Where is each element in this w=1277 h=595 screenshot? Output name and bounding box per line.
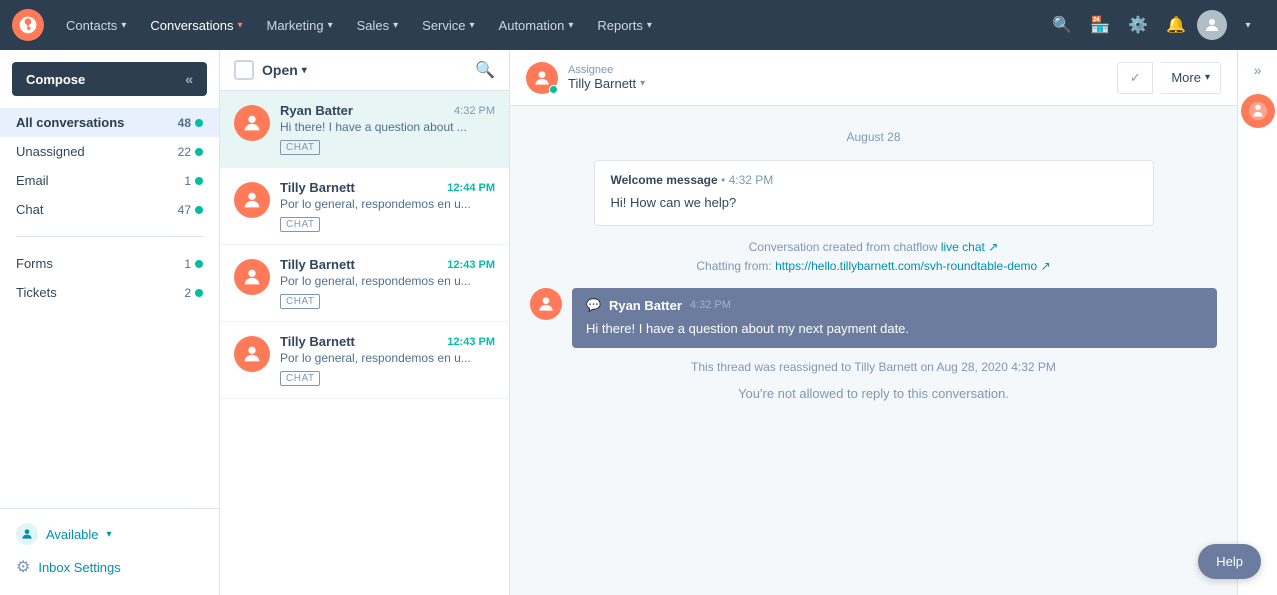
- live-chat-link[interactable]: live chat ↗: [941, 240, 998, 254]
- conv-content: Tilly Barnett 12:43 PM Por lo general, r…: [280, 334, 495, 386]
- reassign-system-message: This thread was reassigned to Tilly Barn…: [530, 360, 1217, 374]
- main-layout: Compose « All conversations 48 Unassigne…: [0, 50, 1277, 595]
- marketplace-icon-button[interactable]: 🏪: [1083, 8, 1117, 42]
- right-collapse-button[interactable]: »: [1254, 62, 1262, 78]
- online-status-dot: [549, 85, 558, 94]
- hubspot-logo[interactable]: [12, 9, 44, 41]
- unread-dot: [195, 260, 203, 268]
- top-navigation: Contacts ▾ Conversations ▾ Marketing ▾ S…: [0, 0, 1277, 50]
- chat-icon: 💬: [586, 298, 601, 312]
- sidebar-section-main: All conversations 48 Unassigned 22 Email…: [0, 104, 219, 228]
- sidebar: Compose « All conversations 48 Unassigne…: [0, 50, 220, 595]
- help-button[interactable]: Help: [1198, 544, 1261, 579]
- search-conversations-button[interactable]: 🔍: [475, 60, 495, 80]
- notifications-icon-button[interactable]: 🔔: [1159, 8, 1193, 42]
- search-icon-button[interactable]: 🔍: [1045, 8, 1079, 42]
- unread-dot: [195, 119, 203, 127]
- nav-marketing[interactable]: Marketing ▾: [256, 12, 342, 39]
- select-all-checkbox[interactable]: [234, 60, 254, 80]
- sidebar-item-unassigned[interactable]: Unassigned 22: [0, 137, 219, 166]
- chevron-down-icon: ▾: [640, 78, 645, 89]
- conversation-item[interactable]: Tilly Barnett 12:44 PM Por lo general, r…: [220, 168, 509, 245]
- gear-icon: ⚙: [16, 557, 30, 577]
- conversation-list: Open ▾ 🔍 Ryan Batter 4:32 PM Hi there! I…: [220, 50, 510, 595]
- unread-dot: [195, 289, 203, 297]
- open-filter-button[interactable]: Open ▾: [262, 62, 307, 78]
- chat-header: Assignee Tilly Barnett ▾ ✓ More ▾: [510, 50, 1237, 106]
- chevron-down-icon: ▾: [328, 20, 333, 31]
- user-message-row: 💬 Ryan Batter 4:32 PM Hi there! I have a…: [530, 288, 1217, 349]
- sidebar-item-tickets[interactable]: Tickets 2: [0, 278, 219, 307]
- sidebar-item-forms[interactable]: Forms 1: [0, 249, 219, 278]
- chevron-down-icon: ▾: [237, 20, 242, 31]
- sidebar-bottom: Available ▾ ⚙ Inbox Settings: [0, 508, 219, 595]
- conv-content: Tilly Barnett 12:43 PM Por lo general, r…: [280, 257, 495, 309]
- chevron-down-icon: ▾: [302, 65, 307, 76]
- sidebar-item-chat[interactable]: Chat 47: [0, 195, 219, 224]
- settings-icon-button[interactable]: ⚙️: [1121, 8, 1155, 42]
- sidebar-nav: All conversations 48 Unassigned 22 Email…: [0, 96, 219, 508]
- unread-dot: [195, 206, 203, 214]
- right-sidebar: »: [1237, 50, 1277, 595]
- avatar: [234, 105, 270, 141]
- chevron-down-icon: ▾: [470, 20, 475, 31]
- chevron-down-icon: ▾: [393, 20, 398, 31]
- assignee-avatar: [526, 62, 558, 94]
- conversation-item[interactable]: Tilly Barnett 12:43 PM Por lo general, r…: [220, 245, 509, 322]
- user-avatar[interactable]: [1197, 10, 1227, 40]
- chat-body: August 28 Welcome message • 4:32 PM Hi! …: [510, 106, 1237, 595]
- chatflow-url-link[interactable]: https://hello.tillybarnett.com/svh-round…: [775, 259, 1051, 273]
- date-divider: August 28: [530, 130, 1217, 144]
- unread-dot: [195, 177, 203, 185]
- chevron-down-icon: ▾: [647, 20, 652, 31]
- unread-dot: [195, 148, 203, 156]
- account-chevron[interactable]: ▾: [1231, 8, 1265, 42]
- chevron-down-icon: ▾: [107, 529, 112, 540]
- user-message-bubble: 💬 Ryan Batter 4:32 PM Hi there! I have a…: [572, 288, 1217, 349]
- sidebar-divider: [16, 236, 203, 237]
- no-reply-message: You're not allowed to reply to this conv…: [530, 386, 1217, 401]
- chevron-down-icon: ▾: [121, 20, 126, 31]
- nav-automation[interactable]: Automation ▾: [489, 12, 584, 39]
- nav-icon-group: 🔍 🏪 ⚙️ 🔔 ▾: [1045, 8, 1265, 42]
- user-message-avatar: [530, 288, 562, 320]
- avatar: [234, 182, 270, 218]
- nav-contacts[interactable]: Contacts ▾: [56, 12, 136, 39]
- conversation-item[interactable]: Ryan Batter 4:32 PM Hi there! I have a q…: [220, 91, 509, 168]
- double-chevron-icon: «: [185, 71, 193, 87]
- nav-sales[interactable]: Sales ▾: [347, 12, 409, 39]
- available-status-button[interactable]: Available ▾: [16, 517, 203, 551]
- sidebar-item-all-conversations[interactable]: All conversations 48: [0, 108, 219, 137]
- chevron-down-icon: ▾: [568, 20, 573, 31]
- chatflow-info: Conversation created from chatflow live …: [530, 238, 1217, 276]
- nav-reports[interactable]: Reports ▾: [587, 12, 662, 39]
- avatar: [234, 259, 270, 295]
- conv-list-header: Open ▾ 🔍: [220, 50, 509, 91]
- more-actions-button[interactable]: More ▾: [1161, 62, 1221, 94]
- assignee-info: Assignee Tilly Barnett ▾: [568, 64, 1107, 91]
- resolve-check-button[interactable]: ✓: [1117, 62, 1153, 94]
- nav-conversations[interactable]: Conversations ▾: [140, 12, 252, 39]
- chevron-down-icon: ▾: [1205, 72, 1210, 83]
- conv-content: Ryan Batter 4:32 PM Hi there! I have a q…: [280, 103, 495, 155]
- sidebar-item-email[interactable]: Email 1: [0, 166, 219, 195]
- compose-button[interactable]: Compose «: [12, 62, 207, 96]
- hubspot-orb-button[interactable]: [1241, 94, 1275, 128]
- welcome-message-bubble: Welcome message • 4:32 PM Hi! How can we…: [594, 160, 1154, 226]
- conversation-item[interactable]: Tilly Barnett 12:43 PM Por lo general, r…: [220, 322, 509, 399]
- available-icon: [16, 523, 38, 545]
- inbox-settings-button[interactable]: ⚙ Inbox Settings: [16, 551, 203, 583]
- avatar: [234, 336, 270, 372]
- conv-content: Tilly Barnett 12:44 PM Por lo general, r…: [280, 180, 495, 232]
- chat-header-actions: ✓ More ▾: [1117, 62, 1221, 94]
- sidebar-section-secondary: Forms 1 Tickets 2: [0, 245, 219, 311]
- chat-panel: Assignee Tilly Barnett ▾ ✓ More ▾ August…: [510, 50, 1237, 595]
- nav-service[interactable]: Service ▾: [412, 12, 484, 39]
